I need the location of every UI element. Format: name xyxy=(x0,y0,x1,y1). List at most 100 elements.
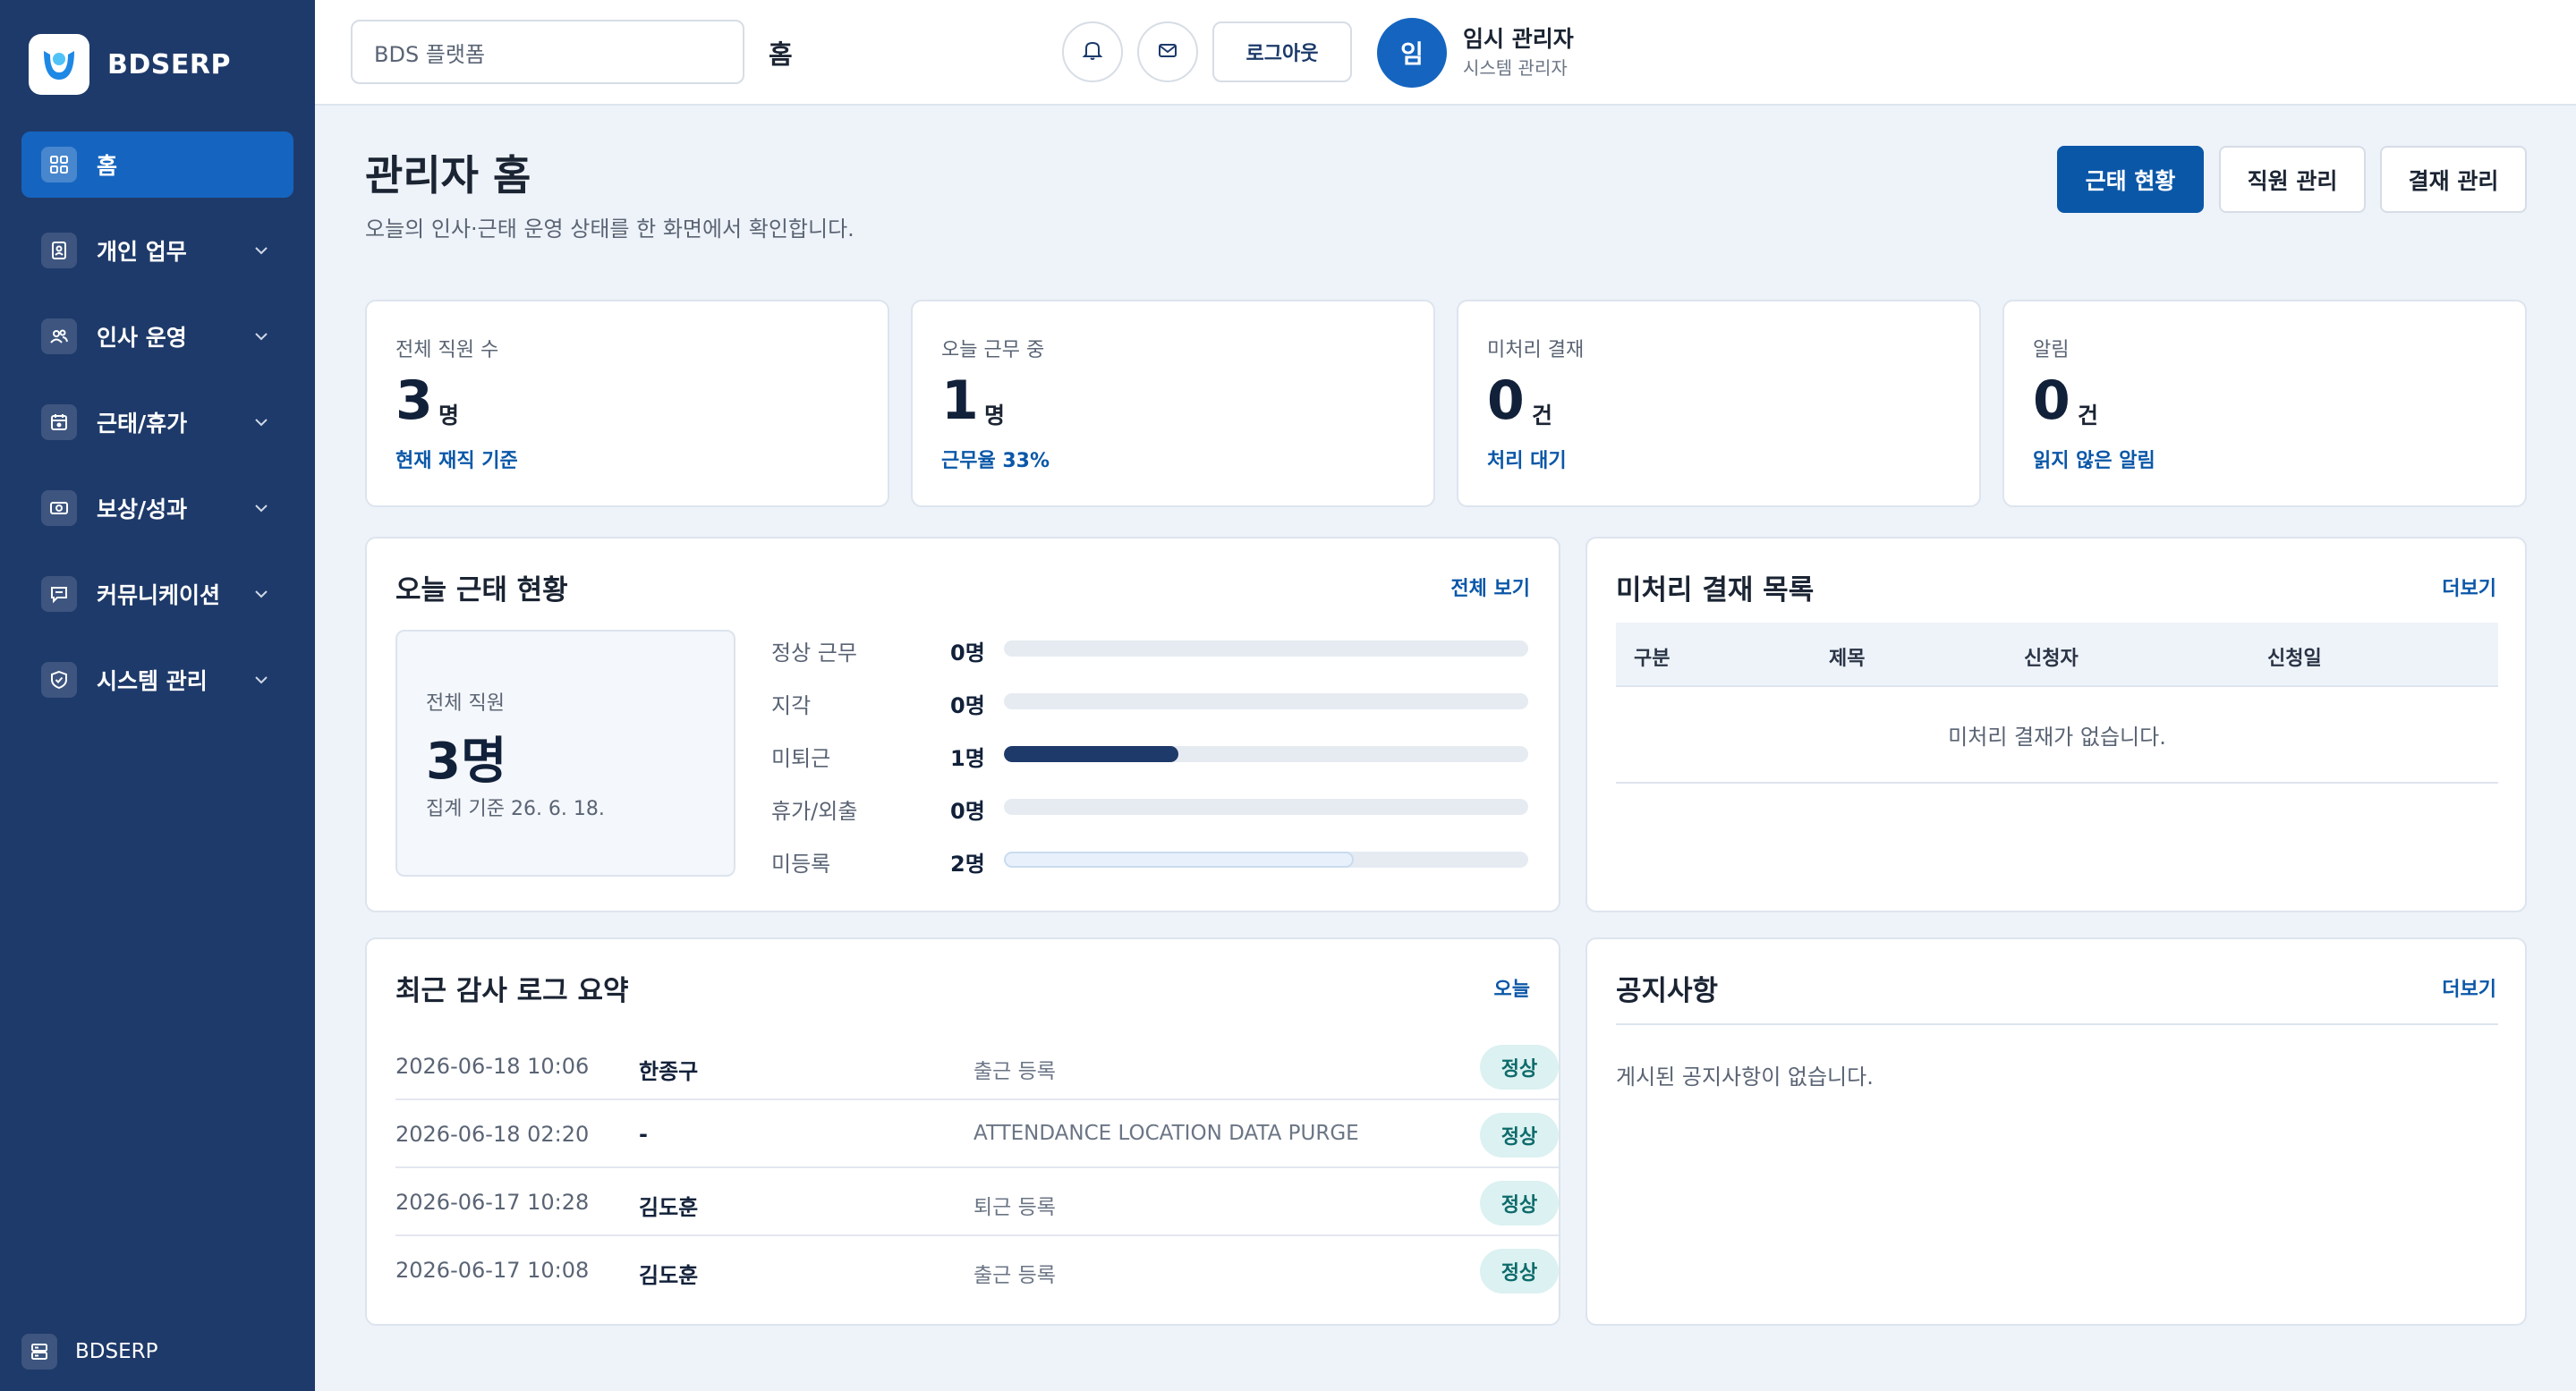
today-link[interactable]: 오늘 xyxy=(1494,973,1530,1002)
table-row[interactable]: 2026-06-18 02:20 - ATTENDANCE LOCATION DAT… xyxy=(395,1100,1559,1168)
log-user: 김도훈 xyxy=(639,1263,699,1288)
bell-icon xyxy=(1081,38,1104,65)
attendance-category: 미등록 xyxy=(771,852,831,877)
attendance-category: 정상 근무 xyxy=(771,640,857,666)
stat-label: 오늘 근무 중 xyxy=(941,339,1045,361)
sidebar-footer[interactable]: BDSERP xyxy=(21,1334,157,1370)
summary-value: 3명 xyxy=(426,733,507,791)
stat-unit: 건 xyxy=(2078,403,2099,428)
status-badge: 정상 xyxy=(1480,1181,1559,1226)
id-card-icon xyxy=(41,233,77,268)
top-header: BDS 플랫폼 홈 로그아웃 임 임시 관리자 시스템 관리자 xyxy=(315,0,2576,106)
log-action: 퇴근 등록 xyxy=(973,1196,1056,1219)
attendance-panel: 오늘 근태 현황 전체 보기 전체 직원 3명 집계 기준 26. 6. 18.… xyxy=(365,537,1560,912)
more-link[interactable]: 더보기 xyxy=(2442,973,2496,1002)
more-link[interactable]: 더보기 xyxy=(2442,573,2496,601)
table-row[interactable]: 2026-06-17 10:28 김도훈 퇴근 등록 정상 xyxy=(395,1168,1559,1236)
log-action: ATTENDANCE LOCATION DATA PURGE xyxy=(973,1122,1359,1145)
money-icon xyxy=(41,490,77,526)
attendance-row: 미등록 2명 xyxy=(771,841,1532,877)
user-role: 시스템 관리자 xyxy=(1463,57,1568,79)
sidebar-item-attendance[interactable]: 근태/휴가 xyxy=(21,389,293,455)
logo-mark-icon xyxy=(29,34,89,95)
log-user: 김도훈 xyxy=(639,1195,699,1220)
attendance-category: 휴가/외출 xyxy=(771,799,858,824)
server-icon xyxy=(21,1334,57,1370)
avatar[interactable]: 임 xyxy=(1377,18,1447,88)
column-header[interactable]: 신청자 xyxy=(2024,642,2079,671)
divider xyxy=(1616,1023,2498,1025)
status-badge: 정상 xyxy=(1480,1113,1559,1158)
calendar-icon xyxy=(41,404,77,440)
stat-value: 1 xyxy=(941,369,979,432)
app-name: BDSERP xyxy=(107,48,231,81)
stat-value: 0 xyxy=(2033,369,2070,432)
attendance-category: 미퇴근 xyxy=(771,746,831,771)
sidebar-item-label: 보상/성과 xyxy=(97,496,188,522)
panel-title: 최근 감사 로그 요약 xyxy=(395,975,629,1007)
users-icon xyxy=(41,318,77,354)
sidebar-item-label: 인사 운영 xyxy=(97,325,187,351)
sidebar-item-label: 개인 업무 xyxy=(97,239,187,265)
column-header[interactable]: 구분 xyxy=(1634,642,1670,671)
panel-title: 공지사항 xyxy=(1616,975,1719,1007)
stat-unit: 명 xyxy=(438,403,460,428)
sidebar-item-hr[interactable]: 인사 운영 xyxy=(21,303,293,369)
attendance-bar-fill xyxy=(1004,746,1179,762)
sidebar-item-personal[interactable]: 개인 업무 xyxy=(21,217,293,284)
sidebar-item-label: 커뮤니케이션 xyxy=(97,582,221,608)
sidebar-item-system[interactable]: 시스템 관리 xyxy=(21,647,293,713)
attendance-bar-track xyxy=(1004,852,1528,868)
attendance-summary: 전체 직원 3명 집계 기준 26. 6. 18. xyxy=(395,630,735,877)
summary-label: 전체 직원 xyxy=(426,692,505,715)
attendance-bar-track xyxy=(1004,746,1528,762)
empty-state: 게시된 공지사항이 없습니다. xyxy=(1616,1064,1874,1090)
attendance-count: 0명 xyxy=(950,799,985,824)
sidebar-item-label: 홈 xyxy=(97,153,118,179)
stat-card-employees[interactable]: 전체 직원 수 3 명 현재 재직 기준 xyxy=(365,300,889,507)
stat-label: 미처리 결재 xyxy=(1487,339,1585,361)
attendance-row: 휴가/외출 0명 xyxy=(771,788,1532,824)
attendance-bar-track xyxy=(1004,640,1528,657)
log-action: 출근 등록 xyxy=(973,1264,1056,1287)
employee-management-button[interactable]: 직원 관리 xyxy=(2219,146,2366,213)
chevron-down-icon xyxy=(249,581,274,606)
approval-management-button[interactable]: 결재 관리 xyxy=(2380,146,2527,213)
page-subtitle: 오늘의 인사·근태 운영 상태를 한 화면에서 확인합니다. xyxy=(365,216,854,242)
attendance-category: 지각 xyxy=(771,693,812,718)
sidebar-item-communication[interactable]: 커뮤니케이션 xyxy=(21,561,293,627)
audit-log-panel: 최근 감사 로그 요약 오늘 2026-06-18 10:06 한종구 출근 등록 정… xyxy=(365,937,1560,1326)
user-name: 임시 관리자 xyxy=(1463,26,1574,52)
attendance-count: 0명 xyxy=(950,693,985,718)
table-row[interactable]: 2026-06-17 10:08 김도훈 출근 등록 정상 xyxy=(395,1236,1559,1304)
status-badge: 정상 xyxy=(1480,1249,1559,1293)
notification-button[interactable] xyxy=(1062,21,1123,82)
app-logo[interactable]: BDSERP xyxy=(29,34,231,95)
stat-footnote: 근무율 33% xyxy=(941,450,1050,472)
page-title: 관리자 홈 xyxy=(365,151,531,199)
stat-card-notifications[interactable]: 알림 0 건 읽지 않은 알림 xyxy=(2002,300,2527,507)
attendance-row: 정상 근무 0명 xyxy=(771,630,1532,666)
table-row[interactable]: 2026-06-18 10:06 한종구 출근 등록 정상 xyxy=(395,1032,1559,1100)
notices-panel: 공지사항 더보기 게시된 공지사항이 없습니다. xyxy=(1586,937,2527,1326)
stat-unit: 건 xyxy=(1532,403,1553,428)
chevron-down-icon xyxy=(249,667,274,692)
mail-icon xyxy=(1156,38,1179,65)
view-all-link[interactable]: 전체 보기 xyxy=(1450,573,1530,601)
stat-card-pending-approvals[interactable]: 미처리 결재 0 건 처리 대기 xyxy=(1457,300,1981,507)
stat-value: 3 xyxy=(395,369,433,432)
attendance-status-button[interactable]: 근태 현황 xyxy=(2057,146,2204,213)
stat-label: 알림 xyxy=(2033,339,2070,361)
sidebar-nav: 홈 개인 업무 인사 운영 근태/휴가 보상/성과 커뮤니케이션 시스템 관리 xyxy=(21,131,293,733)
log-action: 출근 등록 xyxy=(973,1060,1056,1083)
message-button[interactable] xyxy=(1137,21,1198,82)
sidebar-item-compensation[interactable]: 보상/성과 xyxy=(21,475,293,541)
platform-selector[interactable]: BDS 플랫폼 xyxy=(351,20,744,84)
stat-footnote: 현재 재직 기준 xyxy=(395,450,518,472)
logout-button[interactable]: 로그아웃 xyxy=(1212,21,1352,82)
stat-unit: 명 xyxy=(984,403,1006,428)
stat-card-working[interactable]: 오늘 근무 중 1 명 근무율 33% xyxy=(911,300,1435,507)
sidebar-item-home[interactable]: 홈 xyxy=(21,131,293,198)
column-header[interactable]: 제목 xyxy=(1829,642,1865,671)
column-header[interactable]: 신청일 xyxy=(2267,642,2322,671)
